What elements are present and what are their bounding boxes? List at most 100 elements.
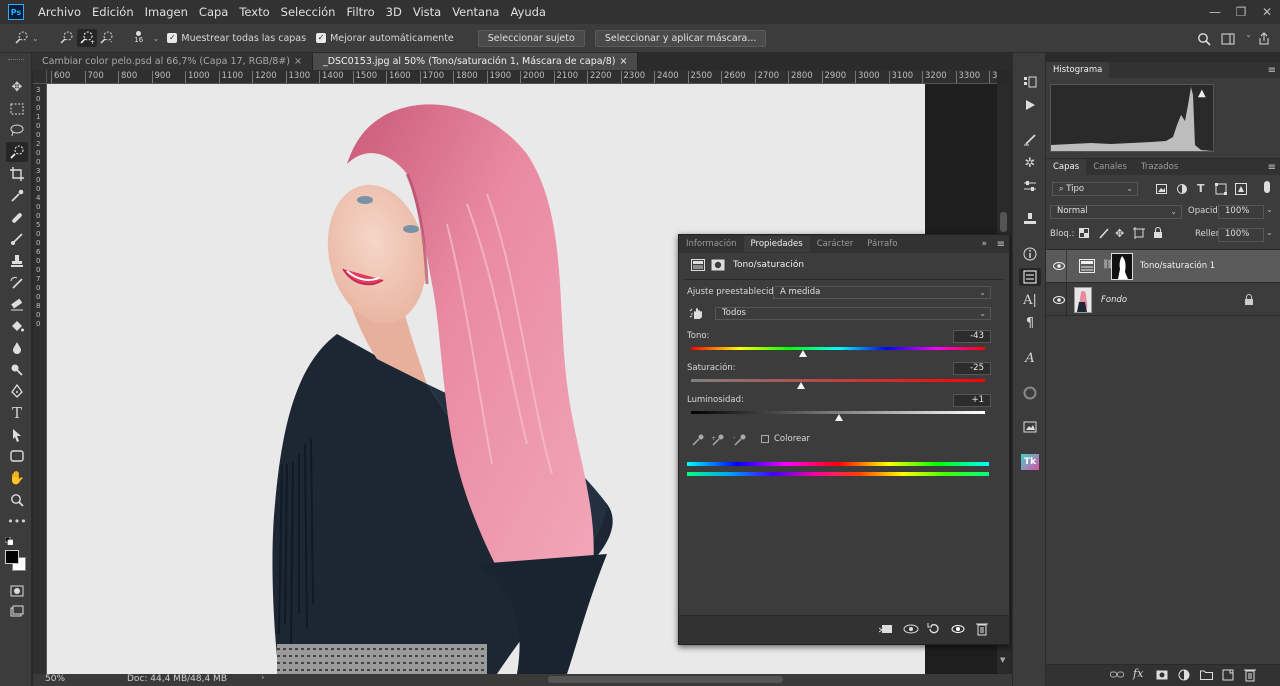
targeted-adjustment-hand-icon[interactable] (689, 306, 705, 320)
horizontal-scrollbar-thumb[interactable] (548, 676, 783, 683)
layer-name[interactable]: Tono/saturación 1 (1140, 261, 1215, 271)
scrollbar-thumb[interactable] (1000, 212, 1007, 232)
hue-slider-track[interactable] (691, 347, 985, 350)
quick-selection-preset-icon[interactable] (12, 29, 32, 47)
layer-row-fondo[interactable]: Fondo (1046, 282, 1280, 317)
share-icon[interactable] (1254, 30, 1274, 48)
new-selection-icon[interactable] (57, 29, 77, 47)
filter-shape-icon[interactable] (1215, 183, 1227, 198)
tab-dsc0153[interactable]: _DSC0153.jpg al 50% (Tono/saturación 1, … (312, 53, 639, 70)
brush-chevron-icon[interactable]: ⌄ (153, 34, 160, 43)
menu-seleccion[interactable]: Selección (281, 5, 336, 19)
panel-menu-icon[interactable]: ≡ (1268, 162, 1276, 173)
collapse-panel-icon[interactable]: » (981, 239, 987, 249)
lock-pixels-icon[interactable] (1098, 227, 1110, 242)
new-group-icon[interactable] (1200, 669, 1213, 683)
auto-enhance-checkbox[interactable]: ✓ (316, 33, 327, 43)
reset-icon[interactable] (927, 622, 941, 639)
toolbar-grip[interactable] (8, 59, 24, 61)
lock-artboard-icon[interactable] (1133, 227, 1145, 242)
workspace-icon[interactable] (1218, 30, 1238, 48)
adjustments-sliders-icon[interactable] (1019, 177, 1041, 195)
eyedropper-icon[interactable] (691, 433, 705, 447)
menu-texto[interactable]: Texto (239, 5, 269, 19)
new-adjustment-layer-icon[interactable] (1178, 669, 1190, 684)
tab-cambiar-color-pelo[interactable]: Cambiar color pelo.psd al 66,7% (Capa 17… (32, 53, 313, 70)
tab-close-icon[interactable]: × (620, 56, 628, 67)
quick-mask-icon[interactable] (6, 581, 28, 601)
plugin-icon[interactable] (1019, 384, 1041, 402)
preset-dropdown[interactable]: A medida ⌄ (773, 286, 991, 299)
foreground-color-swatch[interactable] (5, 550, 19, 564)
tool-presets-icon[interactable] (1019, 210, 1041, 228)
tab-capas[interactable]: Capas (1046, 159, 1087, 175)
properties-panel-icon[interactable] (1019, 268, 1041, 286)
lock-position-icon[interactable]: ✥ (1115, 227, 1124, 240)
lightness-slider-thumb[interactable] (835, 414, 844, 421)
brush-tool-icon[interactable] (6, 229, 28, 249)
new-layer-icon[interactable] (1222, 669, 1234, 684)
vertical-ruler[interactable]: 300100200300400500600700800 (33, 84, 47, 674)
opacity-input[interactable]: 100% (1218, 205, 1264, 219)
workspace-chevron-icon[interactable]: ⌄ (1245, 30, 1252, 39)
select-and-mask-button[interactable]: Seleccionar y aplicar máscara... (594, 29, 767, 47)
saturation-slider-thumb[interactable] (797, 382, 806, 389)
sample-all-layers-checkbox[interactable]: ✓ (167, 33, 178, 43)
scroll-down-icon[interactable]: ▼ (1000, 656, 1005, 664)
add-mask-icon[interactable] (1156, 670, 1168, 683)
brush-size-picker[interactable]: 16 (129, 31, 149, 45)
horizontal-ruler[interactable]: 600 700 800 900 1000 1100 1200 1300 1400 1500 1600… (47, 70, 997, 84)
rectangle-tool-icon[interactable] (6, 446, 28, 466)
minimize-icon[interactable]: — (1202, 5, 1228, 19)
toggle-visibility-icon[interactable] (951, 623, 965, 638)
link-layers-icon[interactable] (1110, 670, 1124, 683)
menu-vista[interactable]: Vista (413, 5, 441, 19)
fill-input[interactable]: 100% (1218, 228, 1264, 242)
healing-brush-tool-icon[interactable] (6, 208, 28, 228)
lasso-tool-icon[interactable] (6, 120, 28, 140)
blur-tool-icon[interactable] (6, 338, 28, 358)
paint-bucket-tool-icon[interactable] (6, 316, 28, 336)
layer-visibility-eye-icon[interactable] (1053, 295, 1065, 308)
dodge-tool-icon[interactable] (6, 360, 28, 380)
adjustment-icon[interactable] (691, 259, 705, 271)
layer-row-tono-saturacion[interactable]: ⛓ Tono/saturación 1 (1046, 249, 1280, 283)
delete-layer-icon[interactable] (1244, 668, 1256, 685)
tab-parrafo[interactable]: Párrafo (860, 236, 904, 252)
zoom-level[interactable]: 50% (45, 674, 65, 684)
move-tool-icon[interactable]: ✥ (6, 77, 28, 97)
paragraph-panel-icon[interactable]: ¶ (1019, 314, 1041, 332)
panel-menu-icon[interactable]: ≡ (1268, 65, 1276, 76)
panel-menu-icon[interactable]: ≡ (997, 239, 1005, 250)
path-selection-tool-icon[interactable] (6, 425, 28, 445)
lock-transparent-icon[interactable] (1079, 228, 1089, 241)
screen-mode-icon[interactable] (6, 601, 28, 621)
menu-edicion[interactable]: Edición (92, 5, 134, 19)
subtract-from-selection-icon[interactable]: - (97, 29, 117, 47)
filter-toggle[interactable] (1264, 181, 1270, 193)
opacity-chevron-icon[interactable]: ⌄ (1266, 205, 1273, 214)
marquee-tool-icon[interactable] (6, 99, 28, 119)
delete-icon[interactable] (976, 622, 988, 639)
fill-chevron-icon[interactable]: ⌄ (1266, 228, 1273, 237)
hue-input[interactable]: -43 (953, 330, 991, 343)
tab-trazados[interactable]: Trazados (1134, 159, 1185, 175)
blend-mode-dropdown[interactable]: Normal ⌄ (1050, 205, 1182, 219)
eyedropper-plus-icon[interactable]: + (711, 433, 725, 447)
filter-smart-object-icon[interactable] (1235, 183, 1247, 198)
libraries-icon[interactable] (1019, 417, 1041, 435)
pen-tool-icon[interactable] (6, 381, 28, 401)
type-tool-icon[interactable]: T (6, 403, 28, 423)
tk-plugin-icon[interactable]: Tk (1019, 453, 1041, 471)
more-tools-icon[interactable]: ••• (6, 511, 28, 531)
saturation-input[interactable]: -25 (953, 362, 991, 375)
layer-style-fx-icon[interactable]: fx (1133, 667, 1143, 680)
glyphs-panel-icon[interactable]: A (1019, 349, 1041, 367)
zoom-tool-icon[interactable] (6, 490, 28, 510)
menu-capa[interactable]: Capa (199, 5, 228, 19)
select-subject-button[interactable]: Seleccionar sujeto (477, 29, 585, 47)
filter-pixel-icon[interactable] (1156, 184, 1167, 197)
lightness-input[interactable]: +1 (953, 394, 991, 407)
brush-settings-icon[interactable] (1019, 131, 1041, 149)
clone-stamp-tool-icon[interactable] (6, 251, 28, 271)
